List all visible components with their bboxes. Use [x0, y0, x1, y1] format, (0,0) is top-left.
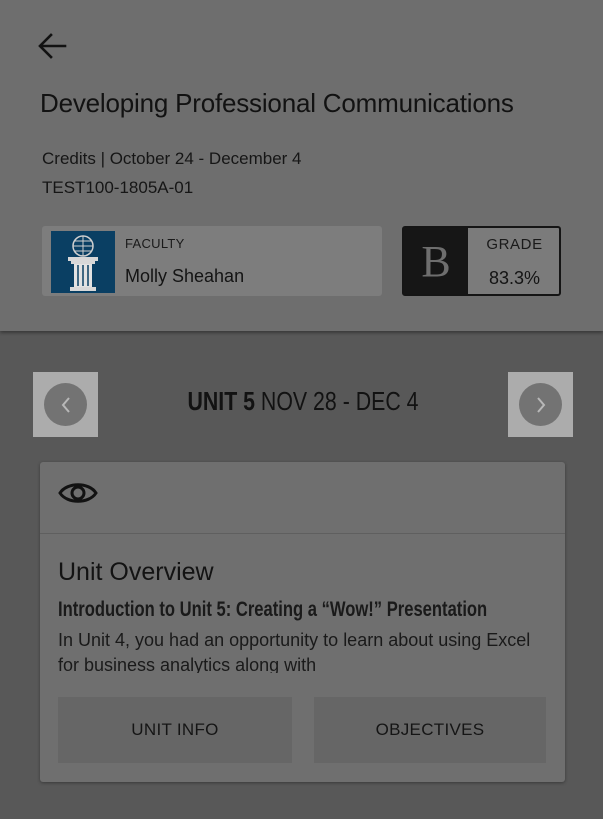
overview-title: Unit Overview — [58, 558, 214, 586]
course-title: Developing Professional Communications — [40, 88, 514, 118]
course-header: Developing Professional Communications C… — [0, 0, 603, 331]
unit-info-button[interactable]: UNIT INFO — [58, 697, 292, 763]
course-code: TEST100-1805A-01 — [42, 178, 194, 197]
grade-card[interactable]: B GRADE 83.3% — [402, 226, 561, 296]
grade-label: GRADE — [486, 236, 543, 253]
unit-date-range: NOV 28 - DEC 4 — [260, 386, 419, 416]
grade-letter: B — [404, 228, 468, 294]
arrow-left-icon — [38, 33, 67, 59]
course-credits-dates: Credits | October 24 - December 4 — [42, 149, 302, 168]
eye-icon — [58, 478, 98, 508]
faculty-card[interactable]: FACULTY Molly Sheahan — [42, 226, 382, 296]
unit-overview-card: Unit Overview Introduction to Unit 5: Cr… — [40, 462, 565, 782]
grade-percent: 83.3% — [488, 268, 541, 288]
university-column-logo — [51, 231, 115, 293]
back-button[interactable] — [30, 26, 74, 66]
chevron-left-icon — [61, 396, 70, 413]
card-divider — [40, 533, 565, 534]
faculty-label: FACULTY — [125, 236, 185, 251]
next-unit-button[interactable] — [508, 372, 573, 437]
faculty-name: Molly Sheahan — [125, 266, 245, 286]
unit-heading: UNIT 5 NOV 28 - DEC 4 — [135, 386, 471, 417]
overview-subtitle: Introduction to Unit 5: Creating a “Wow!… — [58, 598, 488, 621]
unit-number: UNIT 5 — [187, 386, 256, 416]
chevron-right-icon — [536, 396, 545, 413]
previous-unit-button[interactable] — [33, 372, 98, 437]
objectives-button[interactable]: OBJECTIVES — [314, 697, 546, 763]
overview-excerpt: In Unit 4, you had an opportunity to lea… — [58, 630, 531, 673]
